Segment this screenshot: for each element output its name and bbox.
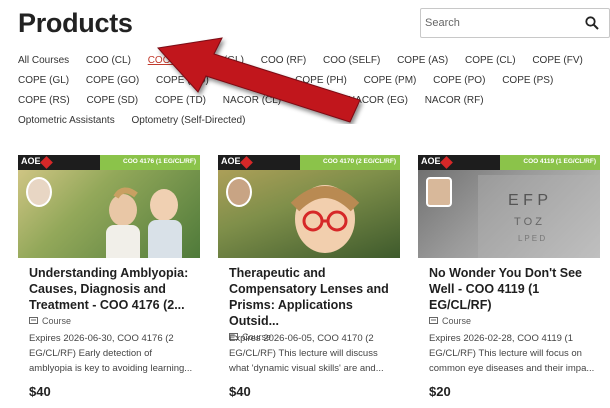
category-filters: All Courses COO (CL) COO (EG) C..(GL) CO…: [18, 51, 608, 131]
filter-cope-pm[interactable]: COPE (PM): [364, 71, 417, 91]
card-price: $40: [229, 384, 251, 399]
card-type-label: Course: [42, 316, 72, 326]
card-title-text[interactable]: No Wonder You Don't See Well - COO 4119 …: [429, 265, 597, 313]
product-card-1[interactable]: AOE COO 4176 (1 EG/CL/RF) Understanding …: [18, 155, 200, 408]
course-code-banner: COO 4119 (1 EG/CL/RF): [523, 158, 596, 165]
filter-row-3: COPE (RS) COPE (SD) COPE (TD) NACOR (CL)…: [18, 91, 608, 111]
filter-row-2: COPE (GL) COPE (GO) COPE (NO) COPE (OC) …: [18, 71, 608, 91]
course-code-banner: COO 4170 (2 EG/CL/RF): [323, 158, 396, 165]
filter-cope-gl[interactable]: COPE (GL): [18, 71, 69, 91]
filter-cope-ph[interactable]: COPE (PH): [295, 71, 347, 91]
filter-cope-no[interactable]: COPE (NO): [156, 71, 209, 91]
card-description: Expires 2026-02-28, COO 4119 (1 EG/CL/RF…: [429, 333, 595, 374]
svg-text:L P E D: L P E D: [518, 234, 545, 243]
filter-coo-eg[interactable]: COO (EG): [148, 51, 195, 71]
aoe-logo: AOE: [21, 156, 41, 166]
filter-nacor-rf[interactable]: NACOR (RF): [425, 91, 484, 111]
filter-cope-sd[interactable]: COPE (SD): [86, 91, 138, 111]
search-icon[interactable]: [585, 16, 599, 30]
card-type-label: Course: [442, 316, 472, 326]
card-description: Expires 2026-06-05, COO 4170 (2 EG/CL/RF…: [229, 333, 384, 374]
svg-text:E F P: E F P: [508, 192, 548, 209]
children-photo: [106, 187, 182, 258]
filter-cope-po[interactable]: COPE (PO): [433, 71, 485, 91]
filter-optometry-self-directed[interactable]: Optometry (Self-Directed): [131, 111, 245, 131]
filter-coo-rf[interactable]: COO (RF): [261, 51, 307, 71]
card-title-text[interactable]: Therapeutic and Compensatory Lenses and …: [229, 265, 397, 329]
child-photo: [290, 185, 360, 253]
filter-cope-cl[interactable]: COPE (CL): [465, 51, 516, 71]
course-thumbnail[interactable]: AOE COO 4119 (1 EG/CL/RF) E F P T O Z L …: [418, 155, 600, 258]
filter-optometric-assistants[interactable]: Optometric Assistants: [18, 111, 115, 131]
search-box[interactable]: [420, 8, 610, 38]
filter-cope-rs[interactable]: COPE (RS): [18, 91, 70, 111]
course-code-banner: COO 4176 (1 EG/CL/RF): [123, 158, 196, 165]
svg-text:T O Z: T O Z: [514, 216, 542, 228]
course-icon: [29, 317, 38, 324]
eye-test-photo: E F P T O Z L P E D: [478, 175, 600, 258]
card-title-text[interactable]: Understanding Amblyopia: Causes, Diagnos…: [29, 265, 197, 313]
filter-cope-oc[interactable]: COPE (OC): [226, 71, 279, 91]
filter-nacor-eg[interactable]: NACOR (EG): [348, 91, 408, 111]
course-thumbnail[interactable]: AOE COO 4170 (2 EG/CL/RF): [218, 155, 400, 258]
product-card-2[interactable]: AOE COO 4170 (2 EG/CL/RF) Therapeutic an…: [218, 155, 400, 408]
filter-cope-go[interactable]: COPE (GO): [86, 71, 139, 91]
course-thumbnail[interactable]: AOE COO 4176 (1 EG/CL/RF): [18, 155, 200, 258]
card-type: Course: [429, 313, 597, 329]
filter-cope-ps[interactable]: COPE (PS): [502, 71, 553, 91]
aoe-logo: AOE: [221, 156, 241, 166]
card-description: Expires 2026-06-30, COO 4176 (2 EG/CL/RF…: [29, 333, 193, 374]
filter-coo-cl[interactable]: COO (CL): [86, 51, 131, 71]
card-title[interactable]: No Wonder You Don't See Well - COO 4119 …: [429, 265, 597, 329]
card-title[interactable]: Understanding Amblyopia: Causes, Diagnos…: [29, 265, 197, 329]
presenter-avatar: [26, 177, 52, 207]
card-price: $40: [29, 384, 51, 399]
search-input[interactable]: [425, 10, 575, 36]
presenter-avatar: [226, 177, 252, 207]
filter-cope-td[interactable]: COPE (TD): [155, 91, 206, 111]
course-icon: [429, 317, 438, 324]
card-price: $20: [429, 384, 451, 399]
page-title: Products: [18, 8, 133, 38]
presenter-avatar: [426, 177, 452, 207]
filter-coo-gl[interactable]: C..(GL): [211, 51, 244, 71]
card-type: Course: [29, 313, 197, 329]
filter-row-1: All Courses COO (CL) COO (EG) C..(GL) CO…: [18, 51, 608, 71]
filter-all-courses[interactable]: All Courses: [18, 51, 69, 71]
aoe-logo: AOE: [421, 156, 441, 166]
filter-coo-self[interactable]: COO (SELF): [323, 51, 380, 71]
product-card-3[interactable]: AOE COO 4119 (1 EG/CL/RF) E F P T O Z L …: [418, 155, 600, 408]
filter-cope-as[interactable]: COPE (AS): [397, 51, 448, 71]
filter-nacor-cl[interactable]: NACOR (CL): [223, 91, 281, 111]
filter-row-4: Optometric Assistants Optometry (Self-Di…: [18, 111, 608, 131]
filter-cope-fv[interactable]: COPE (FV): [532, 51, 583, 71]
